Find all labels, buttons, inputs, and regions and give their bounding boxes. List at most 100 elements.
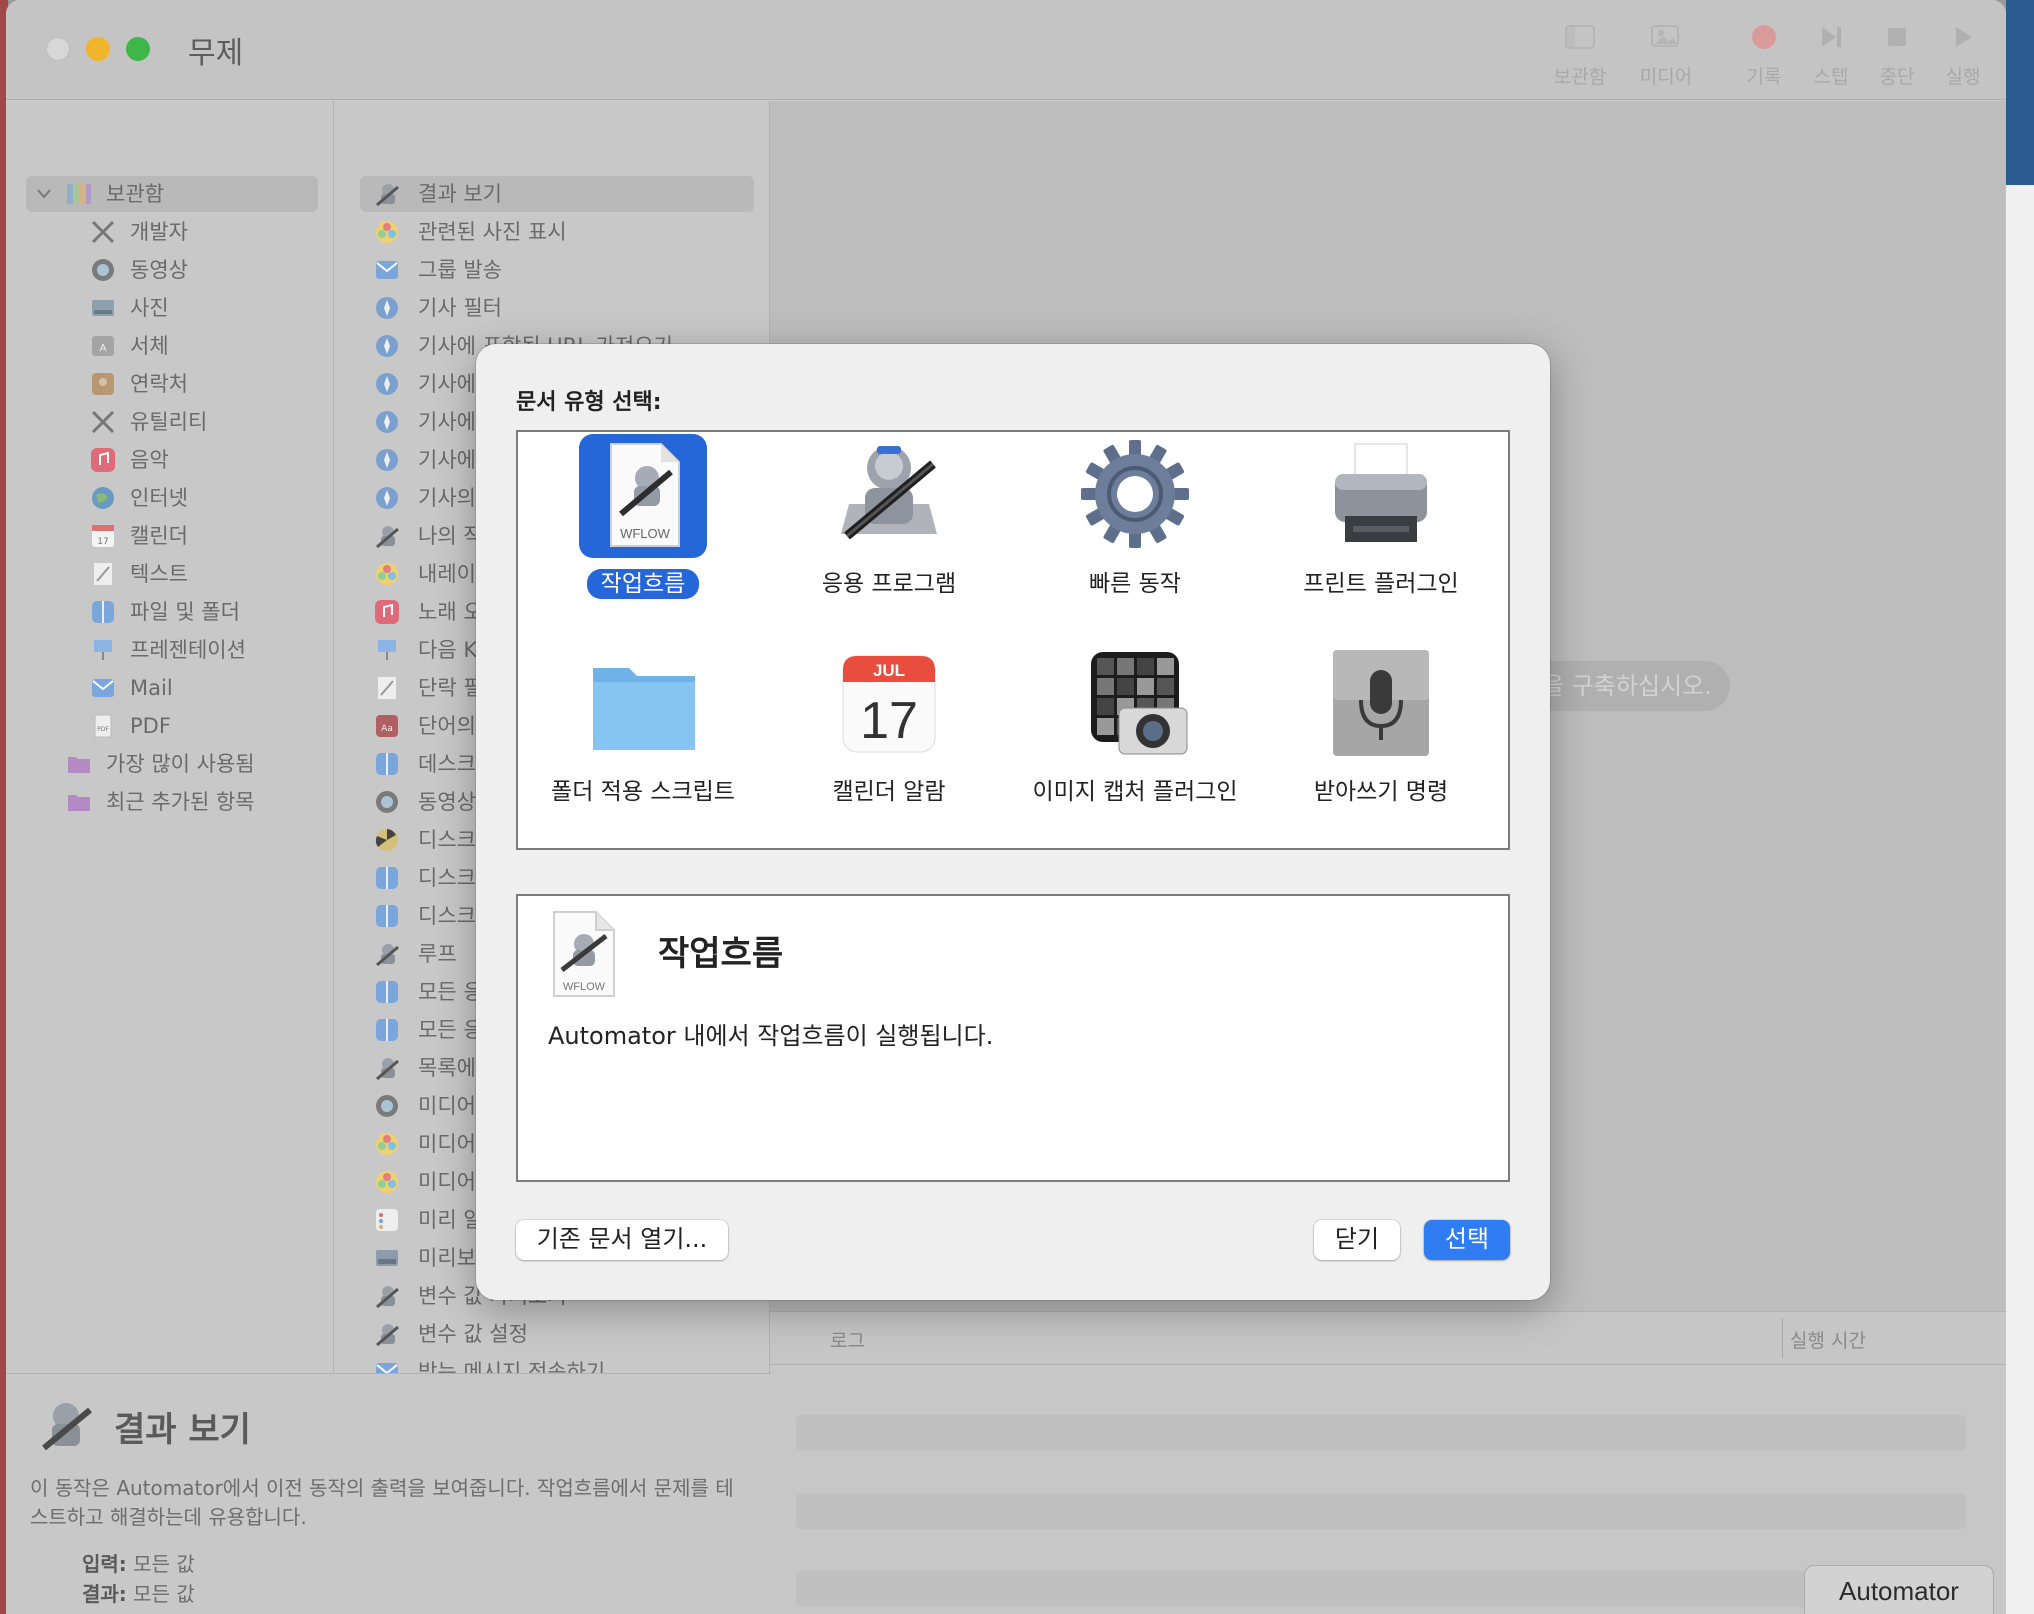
document-type-0[interactable]: WFLOW 작업흐름: [528, 434, 758, 614]
sidebar-item-label: 개발자: [130, 220, 188, 244]
sidebar-item-1[interactable]: 개발자: [6, 214, 326, 250]
sidebar-item-6[interactable]: 유틸리티: [6, 404, 326, 440]
sidebar-item-5[interactable]: 연락처: [6, 366, 326, 402]
sidebar-item-15[interactable]: 가장 많이 사용됨: [6, 746, 326, 782]
sidebar-item-13[interactable]: Mail: [6, 670, 326, 706]
action-item-0[interactable]: 결과 보기: [360, 176, 754, 212]
sidebar-item-4[interactable]: A 서체: [6, 328, 326, 364]
document-type-2[interactable]: 빠른 동작: [1020, 434, 1250, 614]
toolbar: 무제 보관함 미디어 기록 스텝 중단 실행: [6, 0, 2006, 100]
folder-icon: [593, 668, 695, 750]
action-item-label: 변수 값 설정: [418, 1322, 528, 1346]
action-item-1[interactable]: 관련된 사진 표시: [360, 214, 754, 250]
automator-icon: [376, 184, 399, 207]
sidebar-item-label: 가장 많이 사용됨: [106, 752, 255, 776]
document-type-6[interactable]: 이미지 캡처 플러그인: [1020, 642, 1250, 822]
safari-icon: [376, 487, 398, 509]
sidebar-item-0[interactable]: 보관함: [26, 176, 318, 212]
sidebar-item-3[interactable]: 사진: [6, 290, 326, 326]
stop-toolbar-button[interactable]: 중단: [1859, 20, 1935, 89]
chevron-down-icon: [37, 189, 51, 199]
automator-window: 무제 보관함 미디어 기록 스텝 중단 실행 동작 변수 이름: [6, 0, 2006, 1614]
mail-icon: [376, 261, 398, 279]
sidebar-item-14[interactable]: PDF PDF: [6, 708, 326, 744]
action-item-label: 기사에: [418, 448, 476, 472]
action-item-label: 다음 K: [418, 638, 478, 662]
action-item-label: 기사의: [418, 486, 476, 510]
document-type-label: 받아쓰기 명령: [1313, 779, 1449, 805]
document-type-label: 이미지 캡처 플러그인: [1032, 779, 1238, 805]
sidebar-item-11[interactable]: 파일 및 폴더: [6, 594, 326, 630]
sidebar-item-8[interactable]: 인터넷: [6, 480, 326, 516]
sidebar-item-label: 서체: [130, 334, 169, 358]
calendar-icon: 17: [92, 525, 114, 547]
document-type-grid: WFLOW 작업흐름 응용 프로그램 빠른 동작 프린트 플러그인 폴더 적용 스크립트 J…: [516, 430, 1510, 850]
burn-icon: [375, 829, 398, 851]
action-item-3[interactable]: 기사 필터: [360, 290, 754, 326]
sidebar-item-2[interactable]: 동영상: [6, 252, 326, 288]
document-type-1[interactable]: 응용 프로그램: [774, 434, 1004, 614]
document-type-5[interactable]: JUL 17 캘린더 알람: [774, 642, 1004, 822]
svg-text:WFLOW: WFLOW: [563, 981, 606, 993]
minimize-window-button[interactable]: [86, 37, 110, 61]
sidebar-item-10[interactable]: 텍스트: [6, 556, 326, 592]
close-button[interactable]: 닫기: [1314, 1220, 1400, 1260]
close-window-button[interactable]: [46, 37, 70, 61]
automator-icon: [376, 1058, 399, 1081]
sidebar-item-label: 연락처: [130, 372, 188, 396]
microphone-icon: [1333, 650, 1429, 756]
document-type-4[interactable]: 폴더 적용 스크립트: [528, 642, 758, 822]
automator-app-label[interactable]: Automator: [1804, 1565, 1994, 1614]
document-type-7[interactable]: 받아쓰기 명령: [1266, 642, 1496, 822]
media-toolbar-button[interactable]: 미디어: [1628, 20, 1704, 89]
calendar-icon: JUL 17: [842, 655, 936, 753]
sidebar-icon: [1565, 25, 1595, 49]
result-info: 결과: 모든 값: [82, 1582, 195, 1606]
smart-folder-icon: [68, 795, 90, 811]
action-item-label: 내레이: [418, 562, 476, 586]
open-existing-document-button[interactable]: 기존 문서 열기...: [516, 1220, 728, 1260]
library-toolbar-button[interactable]: 보관함: [1542, 20, 1618, 89]
sidebar-item-9[interactable]: 17 캘린더: [6, 518, 326, 554]
action-item-30[interactable]: 변수 값 설정: [360, 1316, 754, 1352]
action-item-label: 미디어: [418, 1094, 476, 1118]
workflow-hint: 을 구축하십시오.: [1530, 661, 1730, 711]
step-toolbar-button[interactable]: 스텝: [1793, 20, 1869, 89]
action-item-31[interactable]: 받는 메시지 전송하기: [360, 1354, 754, 1373]
choose-button[interactable]: 선택: [1424, 1220, 1510, 1260]
log-column-header[interactable]: 로그: [830, 1326, 865, 1353]
zoom-window-button[interactable]: [126, 37, 150, 61]
sidebar-item-7[interactable]: 음악: [6, 442, 326, 478]
automator-icon: [376, 1286, 399, 1309]
action-item-label: 루프: [418, 942, 457, 966]
keynote-icon: [378, 640, 396, 660]
action-item-label: 디스크: [418, 866, 476, 890]
gear-icon: [1081, 440, 1189, 548]
document-type-3[interactable]: 프린트 플러그인: [1266, 434, 1496, 614]
action-item-label: 단어의: [418, 714, 476, 738]
record-toolbar-button[interactable]: 기록: [1726, 20, 1802, 89]
action-item-label: 모든 응: [418, 980, 483, 1004]
sidebar-item-12[interactable]: 프레젠테이션: [6, 632, 326, 668]
log-header: 로그 실행 시간: [770, 1311, 2006, 1365]
description-text: 이 동작은 Automator에서 이전 동작의 출력을 보여줍니다. 작업흐름…: [30, 1476, 734, 1529]
duration-column-header[interactable]: 실행 시간: [1790, 1326, 1866, 1353]
sidebar-item-16[interactable]: 최근 추가된 항목: [6, 784, 326, 820]
info-title: 작업흐름: [658, 934, 784, 974]
preview-icon: [376, 1250, 398, 1266]
sidebar-item-label: 음악: [130, 448, 169, 472]
photos-icon: [376, 1171, 398, 1193]
action-item-label: 디스크: [418, 904, 476, 928]
safari-icon: [376, 335, 398, 357]
input-info: 입력: 모든 값: [82, 1552, 195, 1576]
document-type-label: 프린트 플러그인: [1303, 571, 1459, 597]
info-text: Automator 내에서 작업흐름이 실행됩니다.: [548, 1022, 994, 1050]
run-toolbar-button[interactable]: 실행: [1925, 20, 2001, 89]
sidebar-item-label: 최근 추가된 항목: [106, 790, 255, 814]
image-capture-icon: [1091, 652, 1188, 755]
sidebar-item-label: 인터넷: [130, 486, 188, 510]
action-item-2[interactable]: 그룹 발송: [360, 252, 754, 288]
sidebar-item-label: 사진: [130, 296, 169, 320]
svg-text:17: 17: [97, 537, 108, 547]
action-item-label: 기사 필터: [418, 296, 502, 320]
